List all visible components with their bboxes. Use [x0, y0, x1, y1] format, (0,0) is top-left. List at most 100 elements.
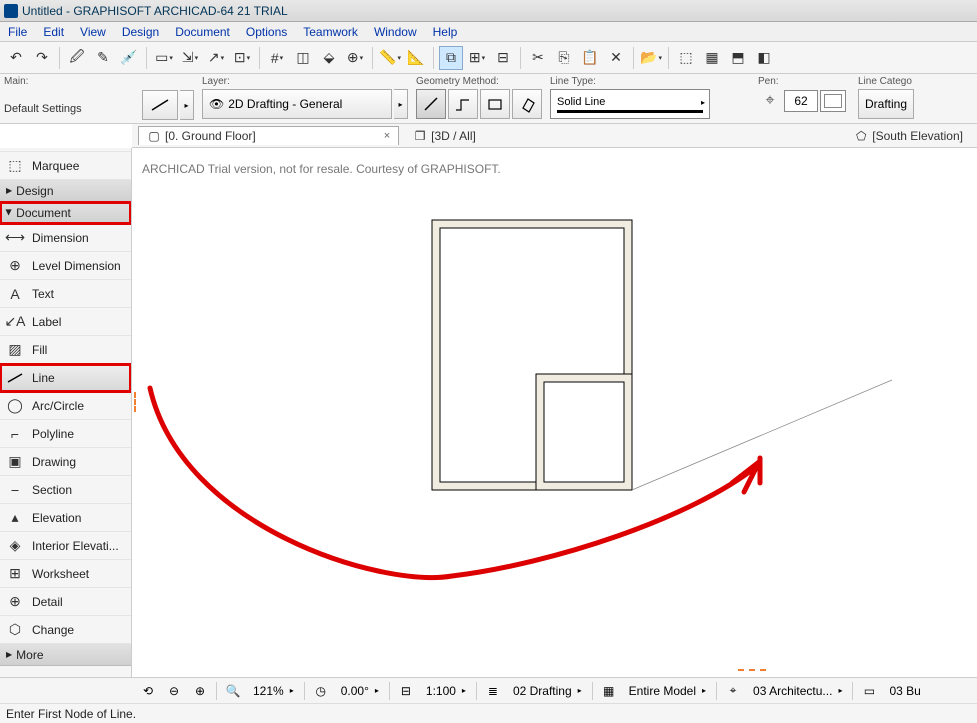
menu-edit[interactable]: Edit — [35, 23, 72, 41]
snap-guides-button[interactable]: ↗▾ — [204, 46, 228, 70]
eyedropper-button[interactable]: ✎ — [91, 46, 115, 70]
tool-level-dimension[interactable]: ⊕ Level Dimension — [0, 252, 131, 280]
guide-lines-button[interactable]: ⇲▾ — [178, 46, 202, 70]
undo-button[interactable]: ↶ — [4, 46, 28, 70]
suspend-groups-button[interactable]: ⊟ — [491, 46, 515, 70]
tool-worksheet[interactable]: ⊞ Worksheet — [0, 560, 131, 588]
tool-text[interactable]: A Text — [0, 280, 131, 308]
tab-label: [3D / All] — [431, 129, 476, 143]
zoom-value[interactable]: 121%▸ — [249, 684, 298, 698]
pen-number-input[interactable] — [784, 90, 818, 112]
layer-dropdown[interactable]: ▸ — [394, 89, 408, 119]
zoom-out-button[interactable]: ⊖ — [164, 681, 184, 701]
tool-label[interactable]: ↙A Label — [0, 308, 131, 336]
tool-label: Drawing — [32, 455, 76, 469]
label-icon: ↙A — [4, 313, 26, 331]
infobar-linetype-label: Line Type: — [550, 76, 710, 87]
open-view-button[interactable]: 📂▾ — [639, 46, 663, 70]
extra-value[interactable]: 03 Bu — [885, 684, 924, 698]
line-category-selector[interactable]: Drafting — [858, 89, 914, 119]
menu-document[interactable]: Document — [167, 23, 238, 41]
tab-3d-all[interactable]: ❒ [3D / All] — [405, 127, 484, 145]
geom-chained-line-button[interactable] — [448, 89, 478, 119]
redo-button[interactable]: ↷ — [30, 46, 54, 70]
tool-drawing[interactable]: ▣ Drawing — [0, 448, 131, 476]
tool-preview-dropdown[interactable]: ▸ — [180, 90, 194, 120]
geom-rect-button[interactable] — [480, 89, 510, 119]
scale-value[interactable]: 1:100▸ — [422, 684, 470, 698]
line-tool-icon — [4, 369, 26, 387]
element-snap-button[interactable]: ◫ — [291, 46, 315, 70]
tool-label: Elevation — [32, 511, 81, 525]
tool-interior-elevation[interactable]: ◈ Interior Elevati... — [0, 532, 131, 560]
show-3d-button[interactable]: ⬚ — [674, 46, 698, 70]
solid-line-preview-icon — [557, 110, 703, 113]
main-area: ↖ Arrow ⬚ Marquee ▶ Design ▶ Document ⟷ … — [0, 148, 977, 677]
infobar-layer-label: Layer: — [202, 76, 408, 87]
toolgroup-document[interactable]: ▶ Document — [0, 202, 131, 224]
cursor-snap-button[interactable]: ▭▾ — [152, 46, 176, 70]
info-bar: Main: Default Settings ▸ Layer: 👁 2D Dra… — [0, 74, 977, 124]
gravity-button[interactable]: ⊕▾ — [343, 46, 367, 70]
grid-snap-button[interactable]: #▾ — [265, 46, 289, 70]
prompt-bar: Enter First Node of Line. — [0, 703, 977, 723]
menu-options[interactable]: Options — [238, 23, 295, 41]
surface-snap-button[interactable]: ⬙ — [317, 46, 341, 70]
tool-change[interactable]: ⬡ Change — [0, 616, 131, 644]
measure-button[interactable]: 📐 — [404, 46, 428, 70]
tool-marquee[interactable]: ⬚ Marquee — [0, 152, 131, 180]
orientation-button[interactable]: ◷ — [311, 681, 331, 701]
copy-button[interactable]: ⎘ — [552, 46, 576, 70]
tool-preview-button[interactable] — [142, 90, 178, 120]
zoom-fit-button[interactable]: 🔍 — [223, 681, 243, 701]
tool-polyline[interactable]: ⌐ Polyline — [0, 420, 131, 448]
layer-selector[interactable]: 👁 2D Drafting - General — [202, 89, 392, 119]
tool-elevation[interactable]: ▴ Elevation — [0, 504, 131, 532]
toolgroup-more[interactable]: ▶ More — [0, 644, 131, 666]
menu-design[interactable]: Design — [114, 23, 167, 41]
geom-single-line-button[interactable] — [416, 89, 446, 119]
menu-file[interactable]: File — [0, 23, 35, 41]
pick-parameters-button[interactable]: 🖉 — [65, 46, 89, 70]
tab-ground-floor[interactable]: ▢ [0. Ground Floor] × — [138, 126, 399, 145]
dimension-std-value[interactable]: 03 Architectu...▸ — [749, 684, 846, 698]
tool-fill[interactable]: ▨ Fill — [0, 336, 131, 364]
layer-combo-value[interactable]: 02 Drafting▸ — [509, 684, 586, 698]
arc-icon: ◯ — [4, 397, 26, 415]
level-dimension-icon: ⊕ — [4, 257, 26, 275]
tool-arc[interactable]: ◯ Arc/Circle — [0, 392, 131, 420]
trace-options-button[interactable]: ⊞▾ — [465, 46, 489, 70]
cut-button[interactable]: ✂ — [526, 46, 550, 70]
tab-south-elevation[interactable]: ⬠ [South Elevation] — [846, 127, 971, 145]
tool-detail[interactable]: ⊕ Detail — [0, 588, 131, 616]
ruler-button[interactable]: 📏▾ — [378, 46, 402, 70]
tool-line[interactable]: Line — [0, 364, 131, 392]
drawing-canvas[interactable]: ARCHICAD Trial version, not for resale. … — [132, 148, 977, 677]
tool-dimension[interactable]: ⟷ Dimension — [0, 224, 131, 252]
tool-section[interactable]: ⎯ Section — [0, 476, 131, 504]
zoom-in-button[interactable]: ⊕ — [190, 681, 210, 701]
model-view-value[interactable]: Entire Model▸ — [625, 684, 710, 698]
eye-icon: 👁 — [209, 97, 224, 111]
quick-options-bar: ⟲ ⊖ ⊕ 🔍 121%▸ ◷ 0.00°▸ ⊟ 1:100▸ ≣ 02 Dra… — [0, 677, 977, 703]
tool-label: Section — [32, 483, 72, 497]
menu-window[interactable]: Window — [366, 23, 425, 41]
layout-button[interactable]: ⬒ — [726, 46, 750, 70]
zoom-reset-button[interactable]: ⟲ — [138, 681, 158, 701]
pen-color-swatch[interactable] — [820, 90, 846, 112]
linetype-selector[interactable]: Solid Line ▸ — [550, 89, 710, 119]
delete-button[interactable]: ✕ — [604, 46, 628, 70]
elevation-view-button[interactable]: ◧ — [752, 46, 776, 70]
paste-button[interactable]: 📋 — [578, 46, 602, 70]
geom-rotated-rect-button[interactable] — [512, 89, 542, 119]
inject-button[interactable]: 💉 — [117, 46, 141, 70]
trace-reference-button[interactable]: ⧉ — [439, 46, 463, 70]
menu-help[interactable]: Help — [425, 23, 466, 41]
floor-plan-button[interactable]: ▦ — [700, 46, 724, 70]
snap-points-button[interactable]: ⊡▾ — [230, 46, 254, 70]
menu-teamwork[interactable]: Teamwork — [295, 23, 366, 41]
angle-value[interactable]: 0.00°▸ — [337, 684, 383, 698]
close-icon[interactable]: × — [384, 130, 390, 142]
toolgroup-design[interactable]: ▶ Design — [0, 180, 131, 202]
menu-view[interactable]: View — [72, 23, 114, 41]
